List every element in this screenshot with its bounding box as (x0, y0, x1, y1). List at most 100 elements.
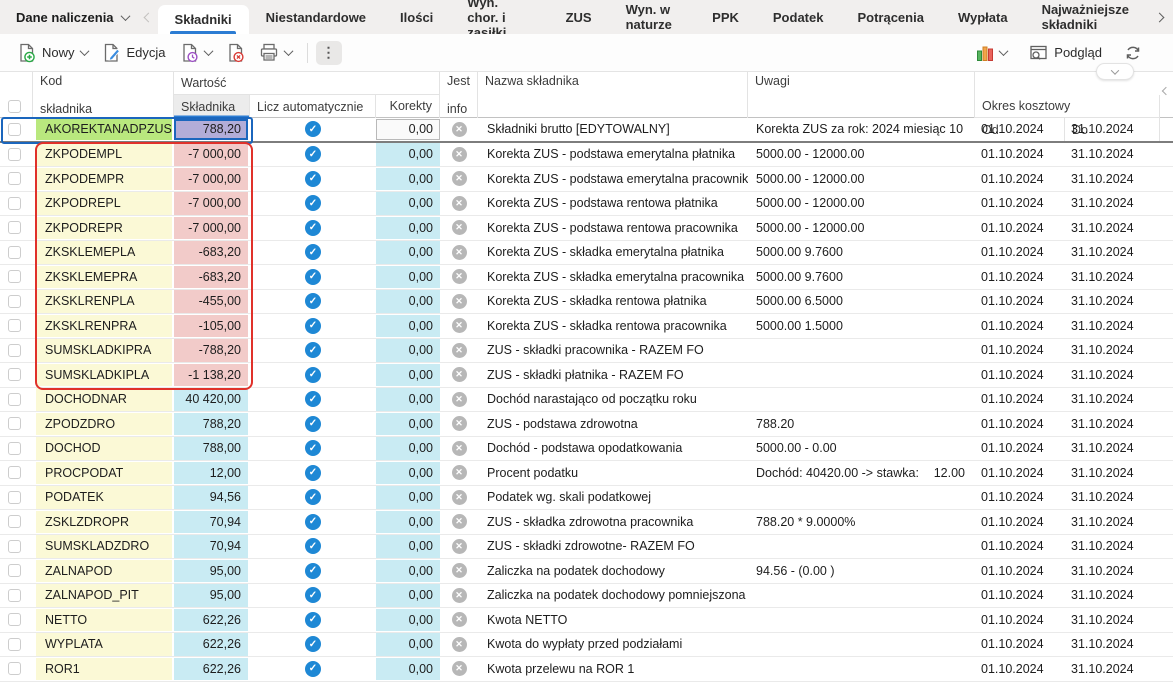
cell-kod[interactable]: AKOREKTANADPZUS (33, 118, 174, 141)
cell-kod[interactable]: ZKPODREPL (33, 192, 174, 216)
cell-okres-do[interactable]: 31.10.2024 (1065, 535, 1160, 559)
cell-wartosc[interactable]: 788,00 (174, 437, 250, 461)
cell-korekty[interactable]: 0,00 (376, 461, 440, 485)
cell-uwagi[interactable] (748, 363, 975, 387)
cell-nazwa[interactable]: Zaliczka na podatek dochodowy pomniejszo… (478, 584, 748, 608)
cell-licz-automatycznie[interactable] (250, 388, 376, 412)
cell-jest-info[interactable] (440, 118, 478, 141)
cell-okres-od[interactable]: 01.10.2024 (975, 265, 1065, 289)
cell-okres-od[interactable]: 01.10.2024 (975, 118, 1065, 141)
cell-okres-od[interactable]: 01.10.2024 (975, 363, 1065, 387)
cell-kod[interactable]: ZSKLZDROPR (33, 510, 174, 534)
cell-okres-do[interactable]: 31.10.2024 (1065, 388, 1160, 412)
table-row[interactable]: SUMSKLADZDRO 70,94 0,00 ZUS - składki zd… (0, 535, 1173, 560)
cell-okres-do[interactable]: 31.10.2024 (1065, 143, 1160, 167)
cell-okres-do[interactable]: 31.10.2024 (1065, 608, 1160, 632)
cell-uwagi[interactable]: 5000.00 9.7600 (748, 265, 975, 289)
cell-korekty[interactable]: 0,00 (376, 143, 440, 167)
cell-korekty[interactable]: 0,00 (376, 167, 440, 191)
cell-okres-od[interactable]: 01.10.2024 (975, 584, 1065, 608)
row-checkbox[interactable] (0, 437, 33, 461)
table-row[interactable]: ZALNAPOD 95,00 0,00 Zaliczka na podatek … (0, 559, 1173, 584)
cell-licz-automatycznie[interactable] (250, 657, 376, 681)
cell-okres-od[interactable]: 01.10.2024 (975, 510, 1065, 534)
row-checkbox[interactable] (0, 314, 33, 338)
cell-uwagi[interactable] (748, 633, 975, 657)
cell-uwagi[interactable]: 5000.00 - 12000.00 (748, 167, 975, 191)
cell-korekty[interactable]: 0,00 (376, 584, 440, 608)
row-checkbox[interactable] (0, 510, 33, 534)
cell-licz-automatycznie[interactable] (250, 216, 376, 240)
cell-uwagi[interactable]: 94.56 - (0.00 ) (748, 559, 975, 583)
cell-jest-info[interactable] (440, 241, 478, 265)
table-row[interactable]: PROCPODAT 12,00 0,00 Procent podatku Doc… (0, 461, 1173, 486)
table-row[interactable]: DOCHOD 788,00 0,00 Dochód - podstawa opo… (0, 437, 1173, 462)
more-actions-button[interactable]: ⋮ (316, 41, 342, 65)
cell-uwagi[interactable]: 5000.00 - 0.00 (748, 437, 975, 461)
cell-jest-info[interactable] (440, 192, 478, 216)
cell-kod[interactable]: SUMSKLADKIPRA (33, 339, 174, 363)
cell-okres-do[interactable]: 31.10.2024 (1065, 584, 1160, 608)
cell-licz-automatycznie[interactable] (250, 290, 376, 314)
cell-uwagi[interactable]: 788.20 (748, 412, 975, 436)
cell-wartosc[interactable]: -788,20 (174, 339, 250, 363)
cell-licz-automatycznie[interactable] (250, 241, 376, 265)
cell-nazwa[interactable]: Korekta ZUS - składka rentowa płatnika (478, 290, 748, 314)
table-row[interactable]: DOCHODNAR 40 420,00 0,00 Dochód narastaj… (0, 388, 1173, 413)
tab-najważniejsze-składniki[interactable]: Najważniejsze składniki (1025, 0, 1146, 34)
cell-uwagi[interactable] (748, 584, 975, 608)
cell-nazwa[interactable]: Korekta ZUS - podstawa emerytalna pracow… (478, 167, 748, 191)
cell-uwagi[interactable]: 5000.00 1.5000 (748, 314, 975, 338)
cell-licz-automatycznie[interactable] (250, 167, 376, 191)
cell-okres-od[interactable]: 01.10.2024 (975, 461, 1065, 485)
cell-korekty[interactable]: 0,00 (376, 192, 440, 216)
cell-kod[interactable]: SUMSKLADKIPLA (33, 363, 174, 387)
cell-okres-od[interactable]: 01.10.2024 (975, 167, 1065, 191)
cell-licz-automatycznie[interactable] (250, 265, 376, 289)
cell-nazwa[interactable]: Korekta ZUS - podstawa rentowa pracownik… (478, 216, 748, 240)
cell-korekty[interactable]: 0,00 (376, 388, 440, 412)
cell-korekty[interactable]: 0,00 (376, 437, 440, 461)
cell-okres-od[interactable]: 01.10.2024 (975, 314, 1065, 338)
table-row[interactable]: ZSKLZDROPR 70,94 0,00 ZUS - składka zdro… (0, 510, 1173, 535)
cell-wartosc[interactable]: 70,94 (174, 535, 250, 559)
cell-wartosc[interactable]: -7 000,00 (174, 216, 250, 240)
cell-korekty[interactable]: 0,00 (376, 657, 440, 681)
cell-okres-od[interactable]: 01.10.2024 (975, 657, 1065, 681)
cell-kod[interactable]: ROR1 (33, 657, 174, 681)
cell-korekty[interactable]: 0,00 (376, 216, 440, 240)
cell-nazwa[interactable]: Kwota do wypłaty przed podziałami (478, 633, 748, 657)
tab-scroll-right[interactable] (1146, 14, 1173, 21)
row-checkbox[interactable] (0, 584, 33, 608)
cell-kod[interactable]: ZKSKLEMEPLA (33, 241, 174, 265)
cell-uwagi[interactable]: Korekta ZUS za rok: 2024 miesiąc 10 (748, 118, 975, 141)
cell-uwagi[interactable] (748, 339, 975, 363)
cell-wartosc[interactable]: -7 000,00 (174, 167, 250, 191)
tab-ppk[interactable]: PPK (695, 0, 756, 34)
cell-uwagi[interactable] (748, 388, 975, 412)
cell-licz-automatycznie[interactable] (250, 486, 376, 510)
preview-button[interactable]: Podgląd (1022, 40, 1109, 66)
cell-kod[interactable]: ZKPODEMPR (33, 167, 174, 191)
cell-jest-info[interactable] (440, 584, 478, 608)
cell-uwagi[interactable]: 788.20 * 9.0000% (748, 510, 975, 534)
cell-okres-do[interactable]: 31.10.2024 (1065, 314, 1160, 338)
cell-wartosc[interactable]: 622,26 (174, 633, 250, 657)
cell-wartosc[interactable]: -1 138,20 (174, 363, 250, 387)
table-row[interactable]: ZKSKLEMEPRA -683,20 0,00 Korekta ZUS - s… (0, 265, 1173, 290)
header-nazwa-skladnika[interactable]: Nazwa składnika (478, 72, 748, 118)
cell-jest-info[interactable] (440, 339, 478, 363)
cell-okres-od[interactable]: 01.10.2024 (975, 143, 1065, 167)
cell-uwagi[interactable]: 5000.00 - 12000.00 (748, 192, 975, 216)
cell-korekty[interactable]: 0,00 (376, 608, 440, 632)
cell-nazwa[interactable]: Zaliczka na podatek dochodowy (478, 559, 748, 583)
cell-wartosc[interactable]: 788,20 (174, 412, 250, 436)
cell-jest-info[interactable] (440, 216, 478, 240)
cell-korekty[interactable]: 0,00 (376, 412, 440, 436)
cell-nazwa[interactable]: Korekta ZUS - podstawa rentowa płatnika (478, 192, 748, 216)
cell-okres-do[interactable]: 31.10.2024 (1065, 167, 1160, 191)
cell-kod[interactable]: ZKPODREPR (33, 216, 174, 240)
cell-okres-do[interactable]: 31.10.2024 (1065, 486, 1160, 510)
collapse-panel-handle[interactable] (1159, 80, 1173, 102)
table-row[interactable]: ZKSKLRENPRA -105,00 0,00 Korekta ZUS - s… (0, 314, 1173, 339)
